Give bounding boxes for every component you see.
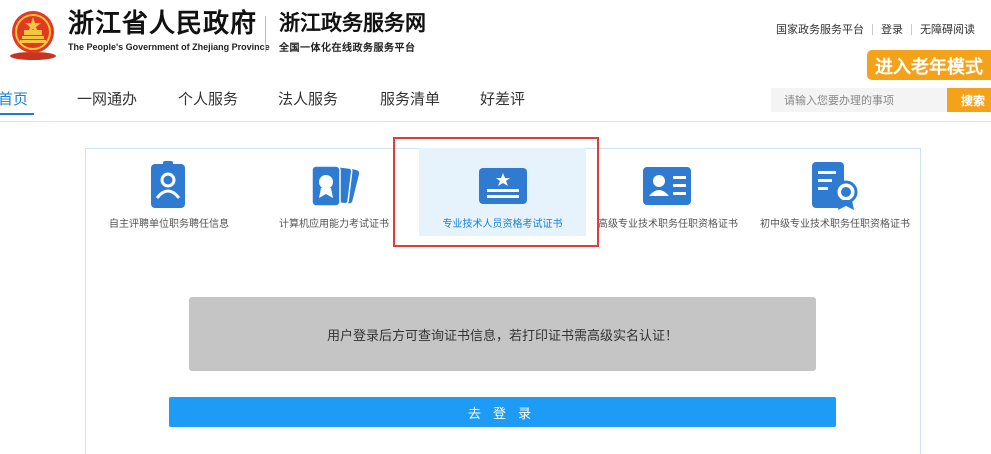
cert-card-label: 初中级专业技术职务任职资格证书 <box>760 219 910 230</box>
cert-card-intermediate[interactable]: 初中级专业技术职务任职资格证书 <box>750 148 920 236</box>
document-medal-icon <box>812 162 858 210</box>
search-input[interactable] <box>771 88 947 112</box>
id-card-icon <box>643 167 691 205</box>
login-notice: 用户登录后方可查询证书信息，若打印证书需高级实名认证！ <box>189 297 816 371</box>
link-separator <box>872 23 873 35</box>
site-subtitle: 全国一体化在线政务服务平台 <box>279 43 416 54</box>
gov-title: 浙江省人民政府 <box>68 9 258 39</box>
cert-card-computer[interactable]: 计算机应用能力考试证书 <box>252 148 416 236</box>
search-button[interactable]: 搜索 <box>947 88 991 112</box>
national-platform-link[interactable]: 国家政务服务平台 <box>776 21 864 37</box>
top-login-link[interactable]: 登录 <box>881 21 903 37</box>
link-separator <box>911 23 912 35</box>
cert-card-appointment[interactable]: 自主评聘单位职务聘任信息 <box>88 148 250 236</box>
nav-item-one-stop[interactable]: 一网通办 <box>77 88 137 109</box>
nav-divider <box>0 121 991 122</box>
nav-active-underline <box>0 113 34 115</box>
accessibility-link[interactable]: 无障碍阅读 <box>920 21 975 37</box>
login-notice-text: 用户登录后方可查询证书信息，若打印证书需高级实名认证！ <box>326 328 678 344</box>
header-divider <box>265 16 266 52</box>
cert-card-label: 高级专业技术职务任职资格证书 <box>598 219 738 230</box>
nav-item-personal[interactable]: 个人服务 <box>178 88 238 109</box>
go-login-button[interactable]: 去登录 <box>169 397 836 427</box>
cert-card-label: 自主评聘单位职务聘任信息 <box>109 219 229 230</box>
cert-card-professional[interactable]: 专业技术人员资格考试证书 <box>419 148 586 236</box>
gov-subtitle: The People's Government of Zhejiang Prov… <box>68 42 270 52</box>
national-emblem-icon <box>10 11 56 60</box>
nav-item-service-list[interactable]: 服务清单 <box>380 88 440 109</box>
top-links: 国家政务服务平台 登录 无障碍阅读 <box>776 21 975 37</box>
site-header: 浙江省人民政府 The People's Government of Zheji… <box>0 0 991 74</box>
star-certificate-icon <box>479 168 527 204</box>
cert-card-label: 专业技术人员资格考试证书 <box>442 219 563 230</box>
cert-card-senior[interactable]: 高级专业技术职务任职资格证书 <box>588 148 748 236</box>
nav-item-home[interactable]: 首页 <box>0 88 28 109</box>
cert-card-label: 计算机应用能力考试证书 <box>279 219 389 230</box>
certificate-cards-icon <box>311 165 360 207</box>
nav-item-corporate[interactable]: 法人服务 <box>278 88 338 109</box>
person-badge-icon <box>151 161 185 208</box>
elder-mode-button[interactable]: 进入老年模式 <box>867 50 991 80</box>
site-title[interactable]: 浙江政务服务网 <box>279 10 426 36</box>
nav-item-evaluation[interactable]: 好差评 <box>480 88 525 109</box>
